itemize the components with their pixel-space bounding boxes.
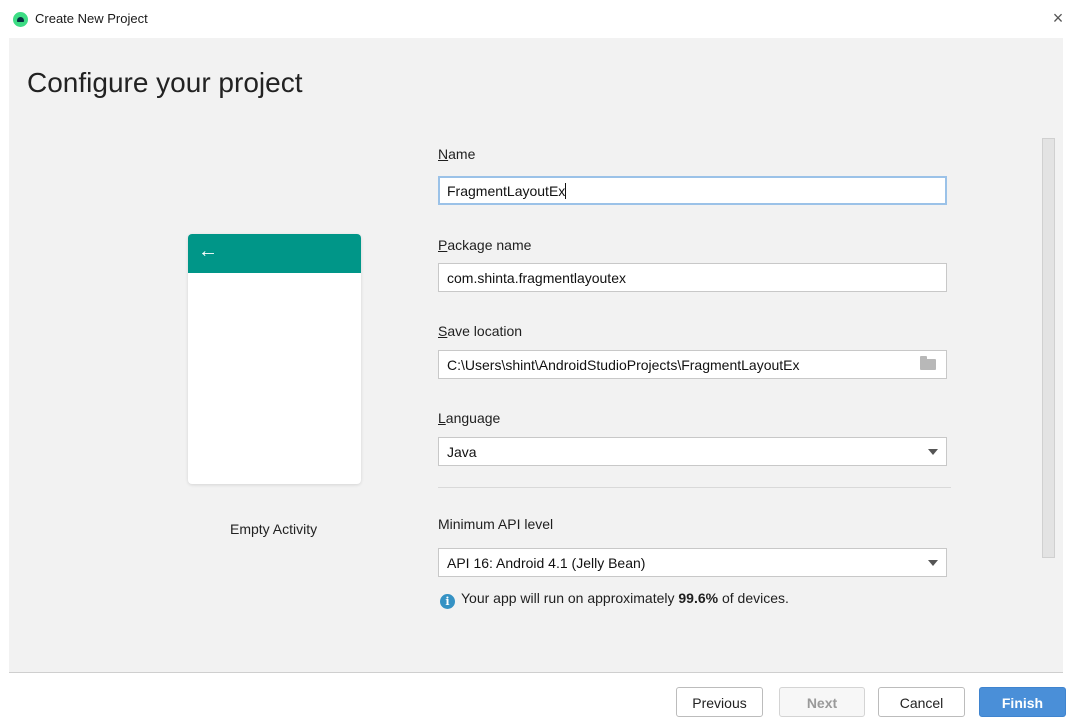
language-select[interactable]: Java xyxy=(438,437,947,466)
preview-toolbar: ← xyxy=(188,234,361,273)
chevron-down-icon[interactable] xyxy=(928,449,938,455)
location-label-rest: ave location xyxy=(447,323,523,339)
location-label: Save location xyxy=(438,323,522,339)
vertical-scrollbar[interactable] xyxy=(1042,138,1055,558)
language-mnemonic: L xyxy=(438,410,446,426)
name-label: Name xyxy=(438,146,475,162)
language-label: Language xyxy=(438,410,500,426)
coverage-suffix: of devices. xyxy=(718,590,789,606)
language-label-rest: anguage xyxy=(445,410,501,426)
location-mnemonic: S xyxy=(438,323,448,339)
package-label-rest: ackage name xyxy=(447,237,532,253)
name-label-rest: ame xyxy=(448,146,476,162)
package-field[interactable]: com.shinta.fragmentlayoutex xyxy=(438,263,947,292)
page-title: Configure your project xyxy=(27,67,303,98)
location-field[interactable]: C:\Users\shint\AndroidStudioProjects\Fra… xyxy=(438,350,947,379)
min-api-label: Minimum API level xyxy=(438,516,554,532)
text-caret xyxy=(565,183,567,199)
min-api-value: API 16: Android 4.1 (Jelly Bean) xyxy=(447,555,646,571)
title-bar: Create New Project × xyxy=(0,0,1069,38)
window-title: Create New Project xyxy=(35,11,148,26)
separator xyxy=(438,487,951,488)
coverage-percent: 99.6% xyxy=(678,590,719,606)
min-api-select[interactable]: API 16: Android 4.1 (Jelly Bean) xyxy=(438,548,947,577)
name-value: FragmentLayoutEx xyxy=(447,183,566,199)
name-mnemonic: N xyxy=(438,146,449,162)
device-coverage-note: i Your app will run on approximately 99.6… xyxy=(440,590,789,609)
finish-button[interactable]: Finish xyxy=(979,687,1066,717)
next-button[interactable]: Next xyxy=(779,687,865,717)
language-value: Java xyxy=(447,444,477,460)
package-mnemonic: P xyxy=(438,237,448,253)
location-value: C:\Users\shint\AndroidStudioProjects\Fra… xyxy=(447,357,800,373)
previous-button[interactable]: Previous xyxy=(676,687,763,717)
android-studio-icon xyxy=(13,12,28,27)
info-icon: i xyxy=(440,594,455,609)
chevron-down-icon[interactable] xyxy=(928,560,938,566)
template-label: Empty Activity xyxy=(230,521,318,537)
coverage-prefix: Your app will run on approximately xyxy=(461,590,679,606)
name-field[interactable]: FragmentLayoutEx xyxy=(438,176,947,205)
close-icon[interactable]: × xyxy=(1049,9,1067,27)
package-value: com.shinta.fragmentlayoutex xyxy=(447,270,626,286)
activity-preview: ← xyxy=(188,234,361,484)
cancel-button[interactable]: Cancel xyxy=(878,687,965,717)
package-label: Package name xyxy=(438,237,531,253)
folder-icon[interactable] xyxy=(920,356,936,370)
back-arrow-icon: ← xyxy=(198,240,218,262)
